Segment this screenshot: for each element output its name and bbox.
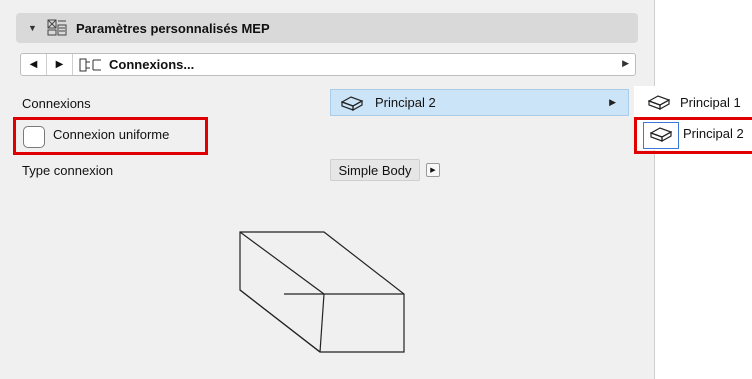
triangle-down-icon[interactable]: ▼ (28, 23, 40, 33)
mep-settings-panel: ▼ Paramètres personnalisés MEP ◀ ▶ Conne… (0, 0, 655, 379)
submenu-item-label: Principal 1 (680, 94, 741, 110)
uniform-checkbox[interactable] (23, 126, 45, 148)
box-outline-icon (648, 94, 670, 110)
triangle-left-icon: ◀ (29, 59, 38, 70)
connexions-page-icon (79, 56, 107, 74)
connexions-select[interactable]: Principal 2 ▶ (330, 89, 629, 116)
connexions-select-value: Principal 2 (375, 95, 436, 110)
section-header-mep[interactable]: ▼ Paramètres personnalisés MEP (16, 13, 638, 43)
connexions-label: Connexions (22, 96, 91, 111)
page-navigator: ◀ ▶ Connexions... ▶ (20, 53, 636, 76)
triangle-right-icon[interactable]: ▶ (426, 163, 440, 177)
box-outline-icon (341, 95, 363, 111)
prev-page-button[interactable]: ◀ (21, 54, 47, 75)
submenu-item-label[interactable]: Principal 2 (683, 126, 744, 141)
uniform-checkbox-label[interactable]: Connexion uniforme (53, 127, 169, 142)
next-page-button[interactable]: ▶ (47, 54, 73, 75)
highlight-uniform-checkbox: Connexion uniforme (13, 117, 208, 155)
type-connexion-label: Type connexion (22, 163, 114, 178)
mep-settings-icon (46, 19, 68, 37)
page-label[interactable]: Connexions... (109, 57, 194, 72)
submenu-item-principal-1[interactable]: Principal 1 (634, 88, 752, 116)
triangle-right-icon: ▶ (55, 59, 64, 70)
connection-preview (239, 231, 405, 353)
submenu-item-principal-2[interactable] (643, 122, 679, 149)
type-connexion-button[interactable]: Simple Body (330, 159, 420, 181)
section-title: Paramètres personnalisés MEP (76, 20, 270, 36)
submenu-arrow-icon: ▶ (609, 97, 616, 107)
box-outline-icon (649, 126, 673, 145)
triangle-right-small-icon[interactable]: ▶ (622, 58, 629, 69)
